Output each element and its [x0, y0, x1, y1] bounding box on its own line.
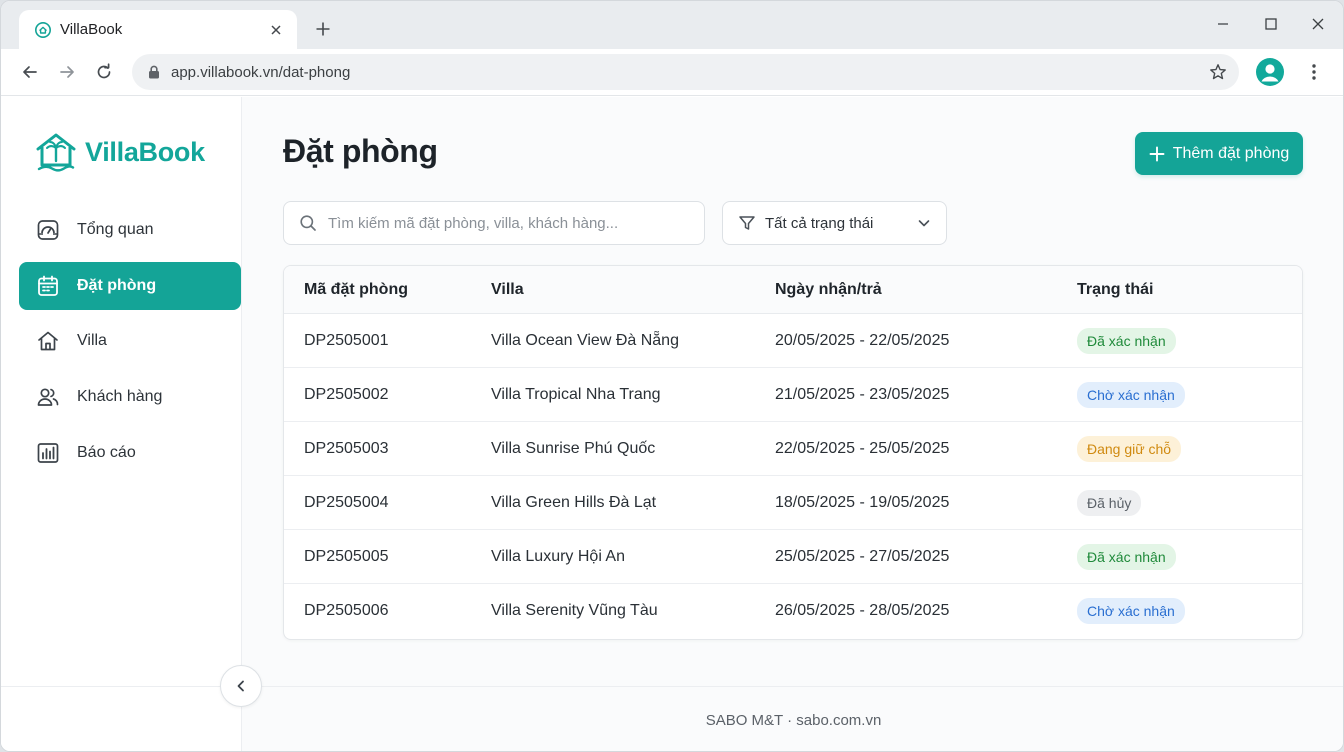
- villa-name: Villa Luxury Hội An: [491, 547, 625, 565]
- plus-icon: [1149, 146, 1165, 162]
- maximize-icon[interactable]: [1260, 13, 1282, 35]
- booking-dates: 25/05/2025 - 27/05/2025: [775, 547, 950, 565]
- home-icon: [35, 328, 61, 354]
- logo-text: VillaBook: [85, 136, 205, 167]
- new-tab-icon[interactable]: [311, 17, 335, 41]
- villa-name: Villa Sunrise Phú Quốc: [491, 439, 656, 457]
- profile-avatar-icon[interactable]: [1256, 58, 1284, 86]
- users-icon: [35, 384, 61, 410]
- back-arrow-icon[interactable]: [18, 60, 42, 84]
- status-badge: Đã xác nhận: [1077, 327, 1176, 354]
- status-filter-label: Tất cả trạng thái: [765, 214, 874, 232]
- app: VillaBook Tổng quan Đặt phòng Villa Khác…: [1, 97, 1343, 751]
- booking-code: DP2505003: [304, 439, 389, 457]
- column-header-villa[interactable]: Villa: [491, 281, 775, 299]
- column-header-code[interactable]: Mã đặt phòng: [284, 281, 491, 299]
- search-input[interactable]: [328, 214, 704, 232]
- browser-tab[interactable]: VillaBook: [19, 10, 297, 49]
- bookmark-star-icon[interactable]: [1207, 61, 1229, 83]
- add-booking-label: Thêm đặt phòng: [1172, 144, 1290, 162]
- filter-icon: [737, 213, 757, 233]
- status-badge: Đang giữ chỗ: [1077, 435, 1182, 462]
- logo[interactable]: VillaBook: [35, 131, 205, 173]
- booking-dates: 21/05/2025 - 23/05/2025: [775, 385, 950, 403]
- bookings-table: Mã đặt phòng Villa Ngày nhận/trả Trạng t…: [283, 265, 1303, 640]
- browser-toolbar: app.villabook.vn/dat-phong: [1, 49, 1343, 96]
- sidebar-item-label: Tổng quan: [77, 221, 154, 238]
- column-header-dates[interactable]: Ngày nhận/trả: [775, 281, 1077, 299]
- table-row[interactable]: DP2505004 Villa Green Hills Đà Lạt 18/05…: [284, 476, 1302, 530]
- dashboard-icon: [35, 217, 61, 243]
- tab-strip: VillaBook: [1, 1, 1343, 49]
- table-row[interactable]: DP2505006 Villa Serenity Vũng Tàu 26/05/…: [284, 584, 1302, 638]
- booking-code: DP2505006: [304, 602, 389, 619]
- table-row[interactable]: DP2505002 Villa Tropical Nha Trang 21/05…: [284, 368, 1302, 422]
- villabook-favicon-icon: [34, 21, 52, 39]
- lock-icon: [146, 64, 162, 80]
- status-filter-select[interactable]: Tất cả trạng thái: [722, 201, 947, 245]
- booking-dates: 18/05/2025 - 19/05/2025: [775, 493, 950, 511]
- table-row[interactable]: DP2505001 Villa Ocean View Đà Nẵng 20/05…: [284, 314, 1302, 368]
- booking-code: DP2505001: [304, 331, 389, 349]
- villa-logo-icon: [36, 133, 76, 172]
- search-box[interactable]: [283, 201, 705, 245]
- table-row[interactable]: DP2505005 Villa Luxury Hội An 25/05/2025…: [284, 530, 1302, 584]
- address-bar[interactable]: app.villabook.vn/dat-phong: [132, 54, 1239, 90]
- booking-code: DP2505002: [304, 385, 389, 403]
- sidebar: VillaBook Tổng quan Đặt phòng Villa Khác…: [1, 97, 242, 751]
- booking-dates: 26/05/2025 - 28/05/2025: [775, 602, 950, 619]
- forward-arrow-icon[interactable]: [55, 60, 79, 84]
- sidebar-item-tong-quan[interactable]: Tổng quan: [19, 206, 241, 254]
- sidebar-item-bao-cao[interactable]: Báo cáo: [19, 429, 241, 477]
- status-badge: Chờ xác nhận: [1077, 381, 1185, 408]
- table-header: Mã đặt phòng Villa Ngày nhận/trả Trạng t…: [284, 266, 1302, 314]
- sidebar-item-label: Đặt phòng: [77, 277, 157, 294]
- villa-name: Villa Serenity Vũng Tàu: [491, 602, 658, 619]
- booking-dates: 22/05/2025 - 25/05/2025: [775, 439, 950, 457]
- url-text: app.villabook.vn/dat-phong: [171, 63, 351, 81]
- page-title: Đặt phòng: [283, 133, 438, 169]
- status-badge: Chờ xác nhận: [1077, 598, 1185, 624]
- calendar-icon: [35, 273, 61, 299]
- more-menu-icon[interactable]: [1303, 60, 1325, 84]
- booking-code: DP2505005: [304, 547, 389, 565]
- add-booking-button[interactable]: Thêm đặt phòng: [1135, 132, 1303, 175]
- villa-name: Villa Ocean View Đà Nẵng: [491, 331, 679, 349]
- sidebar-item-label: Báo cáo: [77, 444, 136, 461]
- footer-divider: [1, 686, 1343, 687]
- sidebar-item-dat-phong[interactable]: Đặt phòng: [19, 262, 241, 310]
- collapse-sidebar-button[interactable]: [220, 665, 262, 707]
- main-content: Đặt phòng Thêm đặt phòng Tất cả trạng th…: [242, 97, 1343, 751]
- booking-dates: 20/05/2025 - 22/05/2025: [775, 331, 950, 349]
- browser-window: VillaBook app.villabook.vn/dat-phong Vil…: [0, 0, 1344, 752]
- footer: SABO M&T · sabo.com.vn: [242, 687, 1343, 751]
- booking-code: DP2505004: [304, 493, 389, 511]
- search-icon: [298, 213, 318, 233]
- chart-icon: [35, 440, 61, 466]
- close-window-icon[interactable]: [1307, 13, 1329, 35]
- sidebar-item-khach-hang[interactable]: Khách hàng: [19, 373, 241, 421]
- reload-icon[interactable]: [92, 60, 116, 84]
- tab-title: VillaBook: [60, 21, 123, 38]
- status-badge: Đã xác nhận: [1077, 543, 1176, 570]
- footer-text: SABO M&T · sabo.com.vn: [705, 711, 882, 729]
- minimize-icon[interactable]: [1212, 13, 1234, 35]
- sidebar-item-label: Villa: [77, 332, 107, 349]
- villa-name: Villa Tropical Nha Trang: [491, 385, 661, 403]
- sidebar-item-villa[interactable]: Villa: [19, 317, 241, 365]
- chevron-down-icon: [916, 215, 932, 231]
- sidebar-item-label: Khách hàng: [77, 388, 163, 405]
- close-tab-icon[interactable]: [267, 21, 285, 39]
- chevron-left-icon: [237, 680, 244, 692]
- table-row[interactable]: DP2505003 Villa Sunrise Phú Quốc 22/05/2…: [284, 422, 1302, 476]
- villa-name: Villa Green Hills Đà Lạt: [491, 493, 657, 511]
- column-header-status[interactable]: Trạng thái: [1077, 281, 1302, 299]
- status-badge: Đã hủy: [1077, 489, 1142, 516]
